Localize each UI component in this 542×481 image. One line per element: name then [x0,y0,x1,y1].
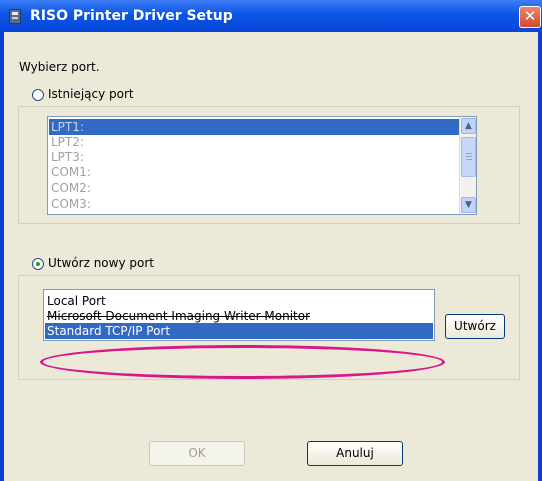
new-port-list[interactable]: Local Port Microsoft Document Imaging Wr… [43,289,435,341]
existing-port-group: LPT1: LPT2: LPT3: COM1: COM2: COM3: ▲ ▼ [18,106,520,224]
window-title: RISO Printer Driver Setup [30,8,233,24]
list-item[interactable]: COM2: [49,180,460,196]
list-item-selected[interactable]: Standard TCP/IP Port [45,323,433,339]
title-bar[interactable]: RISO Printer Driver Setup ✕ [0,0,542,32]
scroll-down-arrow-icon[interactable]: ▼ [461,197,476,213]
scroll-up-arrow-icon[interactable]: ▲ [461,118,476,134]
setup-window: RISO Printer Driver Setup ✕ Wybierz port… [0,0,542,481]
close-icon: ✕ [523,7,537,25]
list-item[interactable]: LPT1: [49,119,460,135]
ok-button[interactable]: OK [149,441,245,466]
list-item[interactable]: COM3: [49,196,460,212]
list-item[interactable]: LPT3: [49,149,460,165]
scroll-thumb[interactable] [461,137,476,177]
vertical-scrollbar[interactable]: ▲ ▼ [459,117,476,214]
new-port-radio[interactable] [32,258,44,270]
new-port-label: Utwórz nowy port [48,256,154,270]
prompt-text: Wybierz port. [19,60,100,74]
printer-app-icon [9,9,21,24]
existing-port-radio[interactable] [32,89,44,101]
dialog-body: Wybierz port. Istniejący port LPT1: LPT2… [4,32,538,481]
list-item[interactable]: Local Port [45,293,433,309]
existing-port-list[interactable]: LPT1: LPT2: LPT3: COM1: COM2: COM3: ▲ ▼ [47,116,477,215]
new-port-group: Local Port Microsoft Document Imaging Wr… [18,275,520,380]
create-port-button[interactable]: Utwórz [445,314,505,339]
existing-port-label: Istniejący port [48,87,134,101]
cancel-button[interactable]: Anuluj [307,441,403,466]
close-button[interactable]: ✕ [519,6,541,28]
list-item[interactable]: Microsoft Document Imaging Writer Monito… [45,308,433,324]
list-item[interactable]: COM1: [49,164,460,180]
list-item[interactable]: LPT2: [49,134,460,150]
